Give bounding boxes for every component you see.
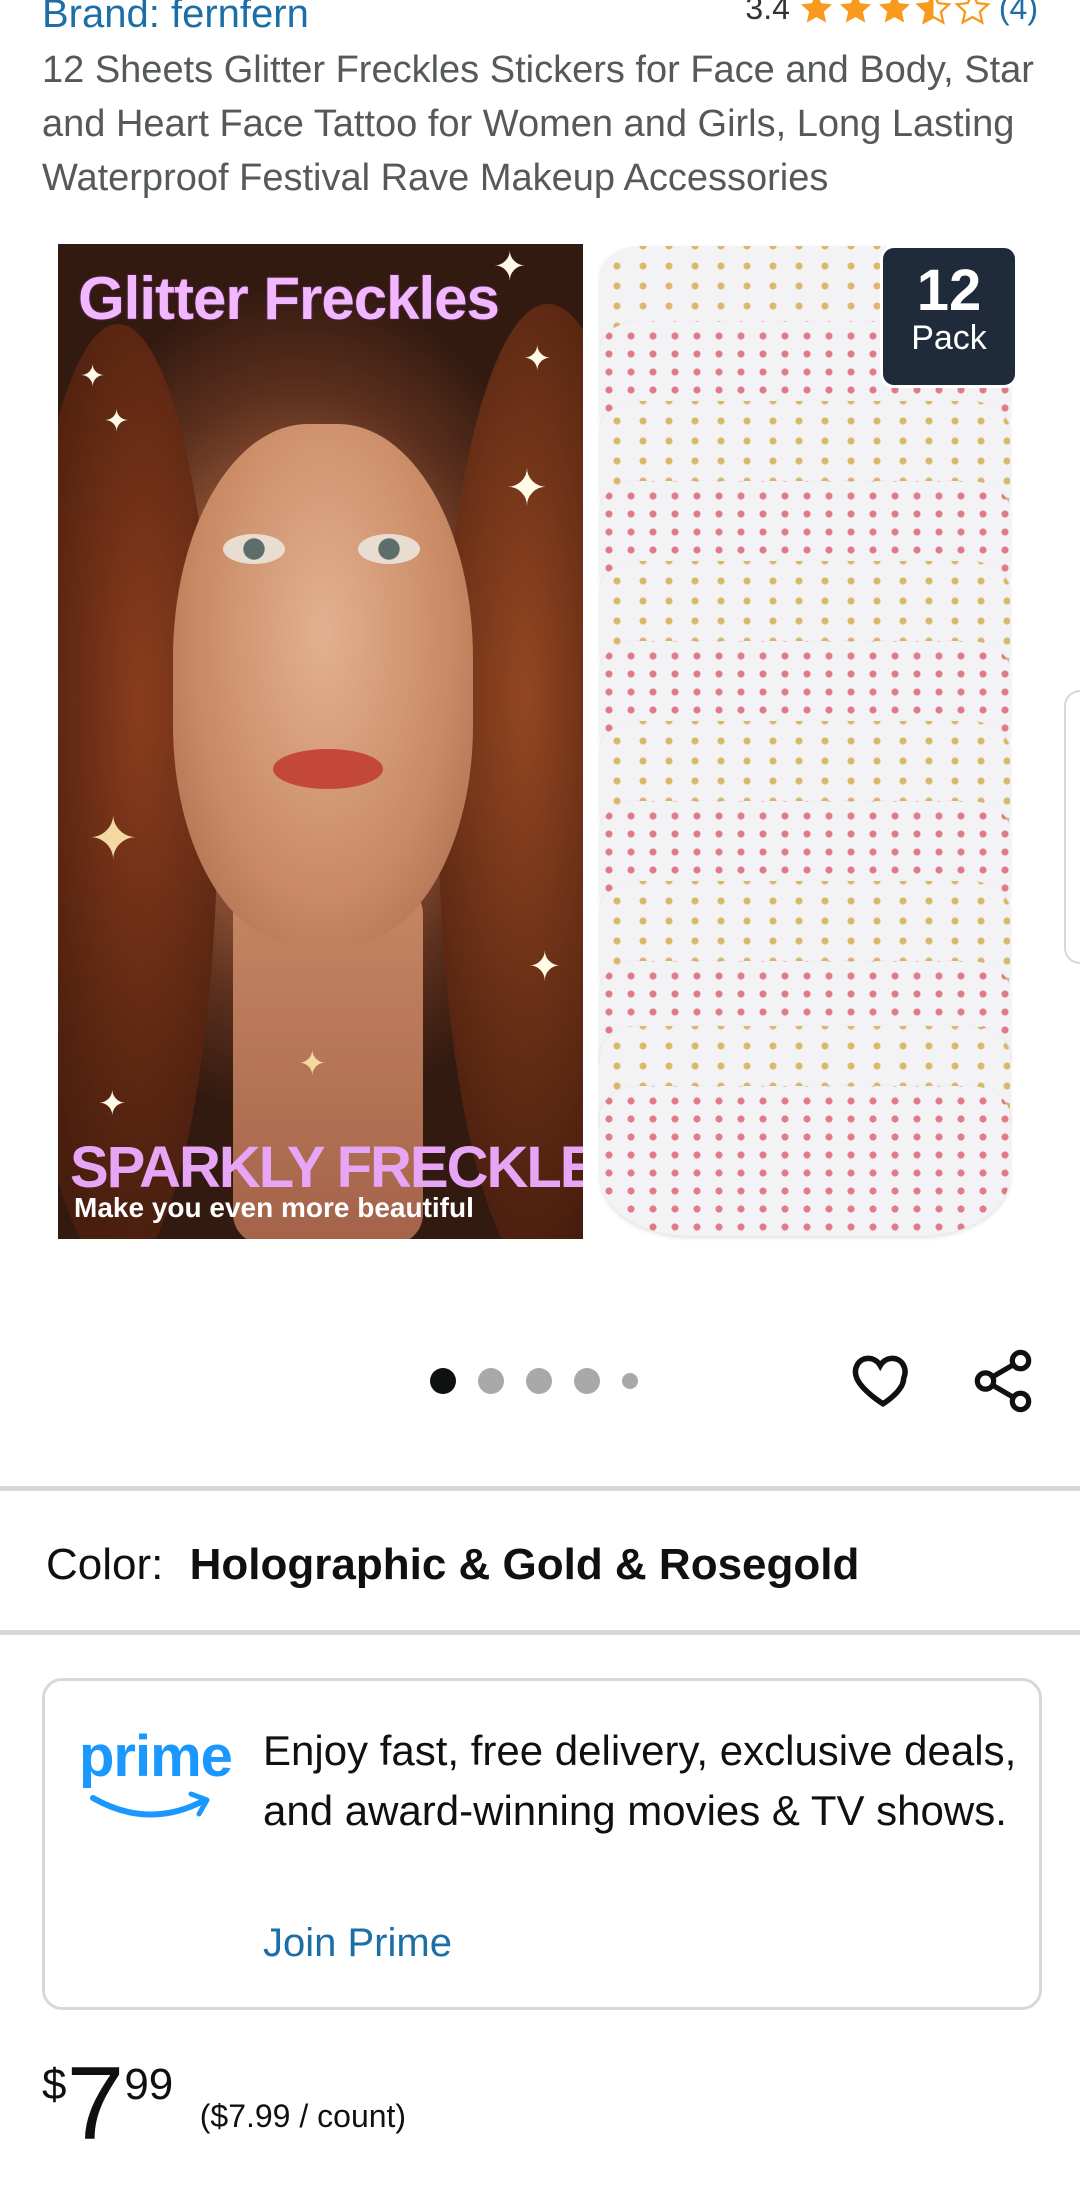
sparkle-icon: ✦ <box>88 805 139 872</box>
color-selection[interactable]: Color: Holographic & Gold & Rosegold <box>46 1540 859 1590</box>
model-lips <box>273 749 383 789</box>
side-scroll-handle[interactable] <box>1064 690 1080 964</box>
star-full-icon <box>800 0 832 23</box>
price-per-unit: ($7.99 / count) <box>199 2098 407 2134</box>
price-currency: $ <box>42 2060 67 2109</box>
image-tagline: Make you even more beautiful <box>74 1192 474 1223</box>
join-prime-link[interactable]: Join Prime <box>263 1921 452 1966</box>
color-label: Color: <box>46 1540 164 1589</box>
prime-promo-card[interactable]: prime Enjoy fast, free delivery, exclusi… <box>42 1678 1042 2010</box>
price-fraction: 99 <box>124 2060 174 2109</box>
model-eye <box>358 534 420 564</box>
sparkle-icon: ✦ <box>528 945 562 989</box>
sparkle-icon: ✦ <box>98 1085 127 1123</box>
rating-stars <box>798 0 991 27</box>
prime-smile-icon <box>90 1791 210 1818</box>
image-headline: Glitter Freckles <box>78 265 500 332</box>
carousel-dot[interactable] <box>574 1368 600 1394</box>
pack-number: 12 <box>916 258 982 323</box>
star-full-icon <box>839 0 871 23</box>
carousel-dot[interactable] <box>478 1368 504 1394</box>
rating-value: 3.4 <box>745 0 790 26</box>
product-title: 12 Sheets Glitter Freckles Stickers for … <box>42 49 1034 199</box>
pack-count-badge: 12 Pack <box>880 245 1018 388</box>
carousel-dot[interactable] <box>430 1368 456 1394</box>
sparkle-icon: ✦ <box>104 405 130 438</box>
rating-count[interactable]: (4) <box>999 0 1038 27</box>
carousel-dot[interactable] <box>622 1373 638 1389</box>
star-half-icon <box>915 0 952 25</box>
prime-logo: prime <box>79 1723 233 1831</box>
sparkle-icon: ✦ <box>80 360 106 393</box>
brand-link[interactable]: Brand: fernfern <box>42 0 309 37</box>
color-value: Holographic & Gold & Rosegold <box>189 1540 860 1589</box>
star-empty-icon <box>954 0 991 25</box>
prime-logo-text: prime <box>79 1724 233 1789</box>
product-image-model[interactable]: ✦ ✦ ✦ ✦ ✦ ✦ ✦ ✦ ✦ Glitter Freckles SPARK… <box>58 244 583 1239</box>
pack-label: Pack <box>911 319 987 357</box>
share-icon[interactable] <box>968 1346 1038 1416</box>
star-full-icon <box>878 0 910 23</box>
section-divider <box>0 1486 1080 1491</box>
model-face <box>173 424 473 944</box>
section-divider <box>0 1630 1080 1635</box>
image-subheadline: SPARKLY FRECKLES <box>70 1135 583 1200</box>
carousel-dot[interactable] <box>526 1368 552 1394</box>
sparkle-icon: ✦ <box>523 340 552 378</box>
model-eye <box>223 534 285 564</box>
rating-summary[interactable]: 3.4 (4) <box>745 0 1038 27</box>
sticker-sheet <box>600 1086 1010 1236</box>
sparkle-icon: ✦ <box>506 460 548 516</box>
image-carousel-indicator[interactable] <box>430 1368 638 1394</box>
heart-outline-icon[interactable] <box>850 1346 916 1412</box>
sparkle-icon: ✦ <box>298 1045 327 1083</box>
price-block: $799 ($7.99 / count) <box>42 2052 406 2156</box>
prime-promo-text: Enjoy fast, free delivery, exclusive dea… <box>263 1727 1017 1834</box>
price-whole: 7 <box>66 2046 125 2162</box>
